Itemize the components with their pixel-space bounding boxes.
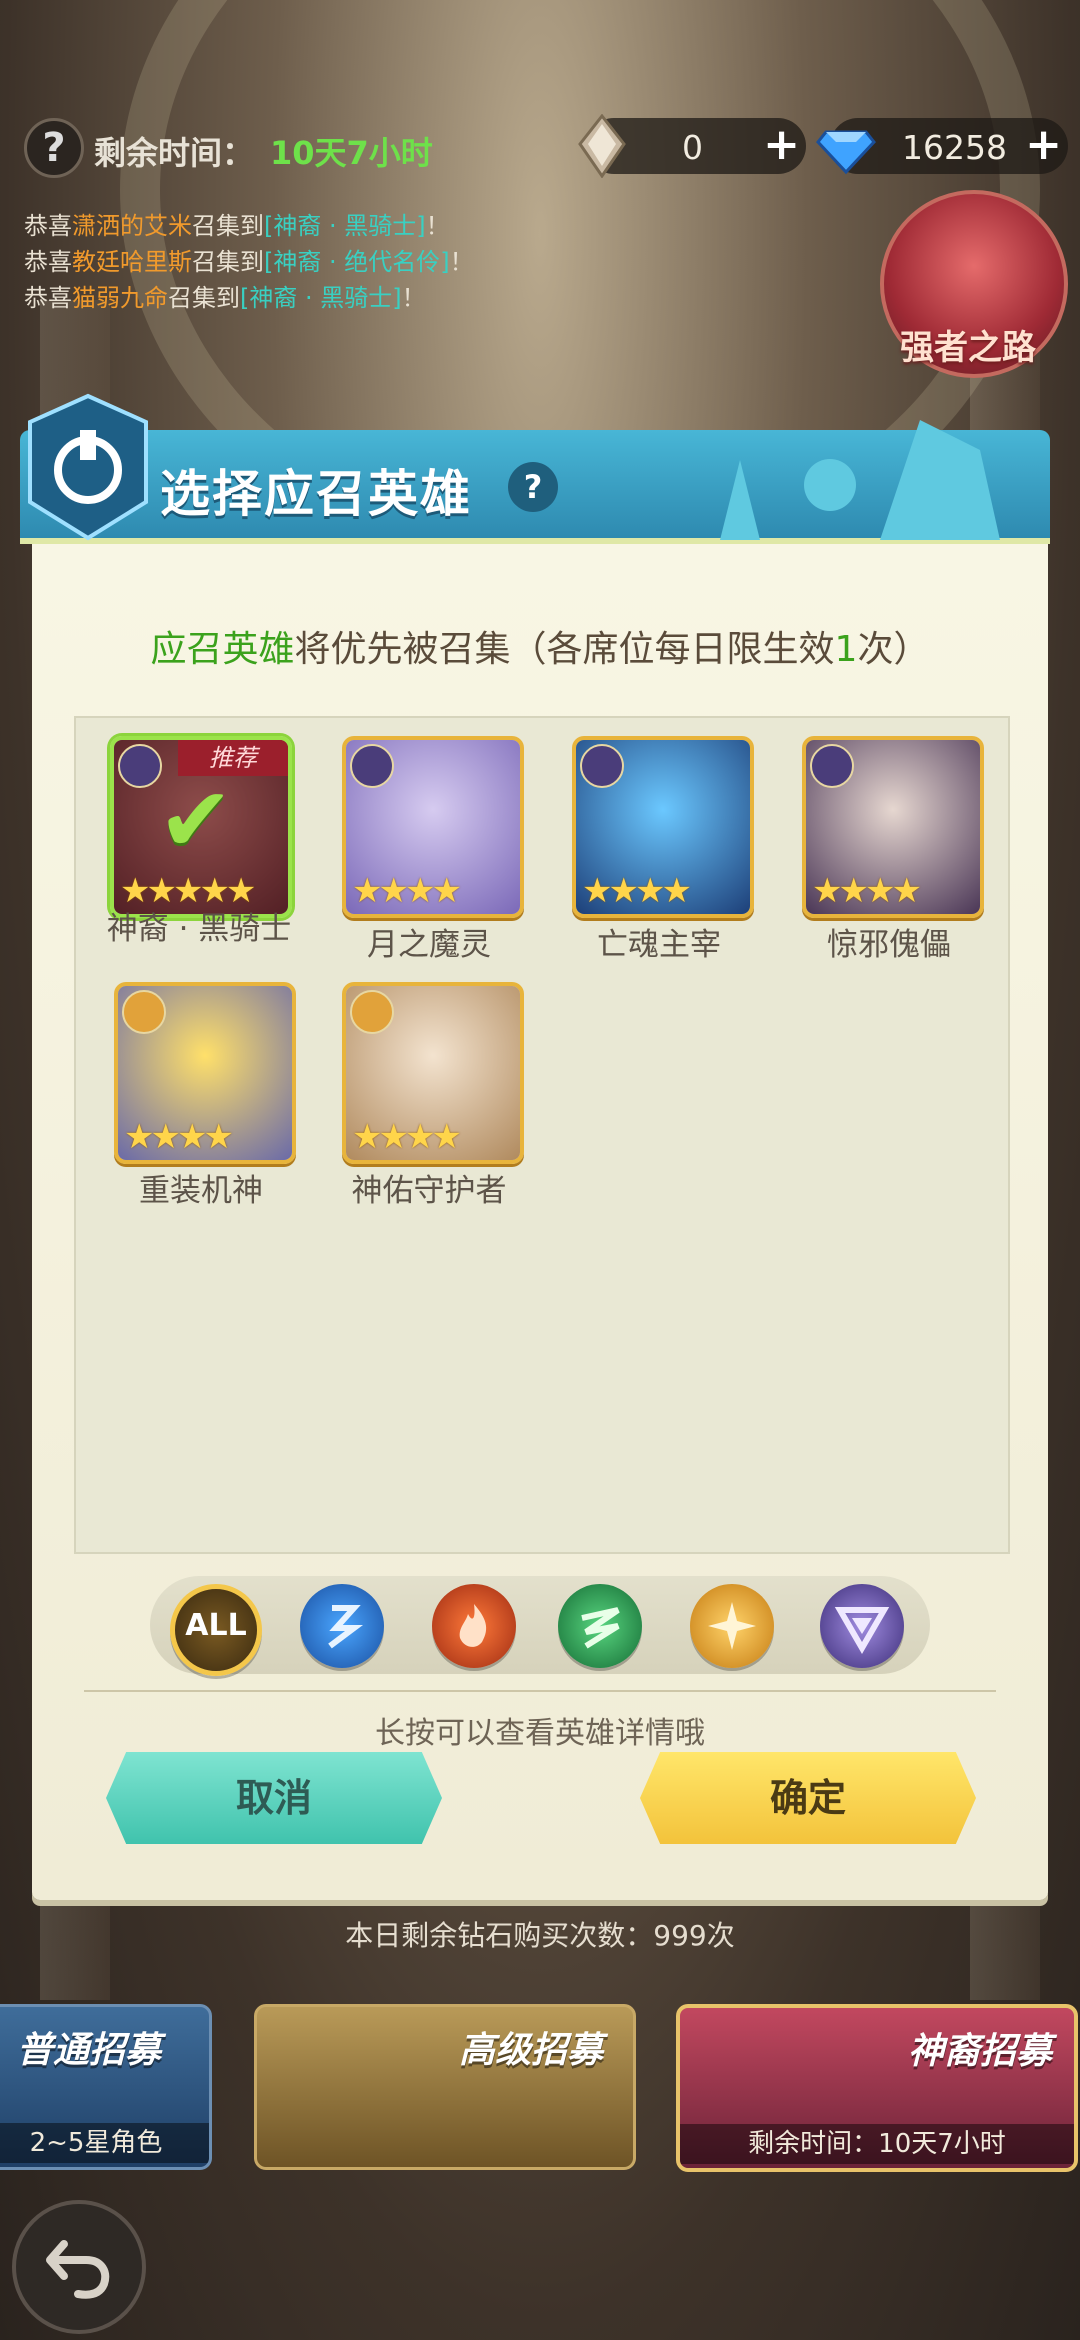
star-rating: ★★★★ [352,1117,462,1157]
crystal-currency: 0 + [578,114,806,178]
dark-class-icon [810,744,854,788]
long-press-hint: 长按可以查看英雄详情哦 [375,1716,705,1751]
strong-road-label: 强者之路 [900,328,1036,368]
cancel-button[interactable]: 取消 [106,1752,442,1844]
tab-normal-recruit[interactable]: 普通招募 2~5星角色 [0,2004,212,2170]
dialog-help-button[interactable]: ? [508,462,558,512]
crystal-count: 0 [682,128,703,167]
time-remaining-value: 10天7小时 [270,134,433,172]
diamond-icon [816,130,876,175]
tab-title: 高级招募 [458,2030,603,2071]
message-prefix: 恭喜 [24,248,72,276]
summon-message: 恭喜猫弱九命召集到[神裔 · 黑骑士]！ [24,278,426,313]
divider [84,1690,996,1692]
star-rating: ★★★★ [812,871,922,911]
check-icon: ✔ [158,768,234,873]
diamond-currency: 16258 + [816,118,1068,175]
hero-name: 月之魔灵 [367,927,491,963]
hero-card-black-knight[interactable]: 推荐 ✔ ★★★★★ [110,736,292,918]
message-prefix: 恭喜 [24,212,72,240]
tab-title: 神裔招募 [907,2031,1052,2072]
hero-name: 神裔 · 黑骑士 [106,911,292,947]
star-rating: ★★★★ [352,871,462,911]
light-filter-icon[interactable] [690,1584,774,1668]
hero-name: 神佑守护者 [351,1173,507,1209]
dialog-description: 应召英雄将优先被召集（各席位每日限生效1次） [0,620,1080,672]
summon-message: 恭喜教廷哈里斯召集到[神裔 · 绝代名伶]！ [24,242,474,277]
desc-highlight: 应召英雄 [150,629,295,670]
back-arrow-icon [46,2240,110,2299]
star-rating: ★★★★ [582,871,692,911]
diamond-purchase-count: 本日剩余钻石购买次数：999次 [345,1919,735,1952]
message-prefix: 恭喜 [24,284,72,312]
help-button[interactable]: ? [24,118,84,178]
player-name: 猫弱九命 [72,284,168,312]
tab-title: 普通招募 [17,2030,162,2071]
hero-name: 亡魂主宰 [597,927,721,963]
water-filter-icon[interactable] [300,1584,384,1668]
tab-subtitle: 剩余时间：10天7小时 [680,2124,1074,2164]
message-suffix: ！ [449,248,474,276]
hero-name: 惊邪傀儡 [827,927,951,963]
message-middle: 召集到 [192,248,264,276]
star-rating: ★★★★ [124,1117,234,1157]
dialog-emblem-icon [28,393,148,541]
dark-class-icon [580,744,624,788]
message-suffix: ！ [425,212,450,240]
element-filter-bar [150,1576,930,1674]
confirm-button[interactable]: 确定 [640,1752,976,1844]
hero-item: [神裔 · 绝代名伶] [264,248,450,276]
light-class-icon [122,990,166,1034]
hero-card-puppet[interactable]: ★★★★ [802,736,984,918]
tab-subtitle: 2~5星角色 [0,2123,209,2163]
light-class-icon [350,990,394,1034]
top-bar: ? 剩余时间： 10天7小时 0 + 16258 + [0,110,1080,180]
player-name: 潇洒的艾米 [72,212,192,240]
desc-text: 将优先被召集（各席位每日限生效 [294,629,835,670]
add-diamond-button[interactable]: + [1025,122,1062,168]
dark-class-icon [118,744,162,788]
message-suffix: ！ [401,284,426,312]
desc-count: 1 [834,629,858,670]
dialog-title: 选择应召英雄 [160,465,472,523]
time-remaining-label: 剩余时间： [94,134,255,172]
add-crystal-button[interactable]: + [763,122,800,168]
hero-name: 重装机神 [139,1173,263,1209]
message-middle: 召集到 [192,212,264,240]
filter-all-button[interactable]: ALL [170,1584,262,1676]
star-rating: ★★★★★ [120,871,256,911]
diamond-count: 16258 [902,128,1007,167]
hero-card-guardian[interactable]: ★★★★ [342,982,524,1164]
summon-message: 恭喜潇洒的艾米召集到[神裔 · 黑骑士]！ [24,206,450,241]
hero-card-moon-spirit[interactable]: ★★★★ [342,736,524,918]
fire-filter-icon[interactable] [432,1584,516,1668]
hero-card-mech-god[interactable]: ★★★★ [114,982,296,1164]
back-button[interactable] [12,2200,146,2334]
hero-item: [神裔 · 黑骑士] [264,212,426,240]
hero-card-soul-master[interactable]: ★★★★ [572,736,754,918]
message-middle: 召集到 [168,284,240,312]
desc-end: 次） [857,629,930,670]
tab-advanced-recruit[interactable]: 高级招募 [254,2004,636,2170]
hero-item: [神裔 · 黑骑士] [240,284,402,312]
wood-filter-icon[interactable] [558,1584,642,1668]
player-name: 教廷哈里斯 [72,248,192,276]
dark-filter-icon[interactable] [820,1584,904,1668]
crystal-icon [578,114,626,178]
dark-class-icon [350,744,394,788]
hero-silhouettes-decoration [720,420,1000,540]
tab-divine-recruit[interactable]: 神裔招募 剩余时间：10天7小时 [676,2004,1078,2172]
